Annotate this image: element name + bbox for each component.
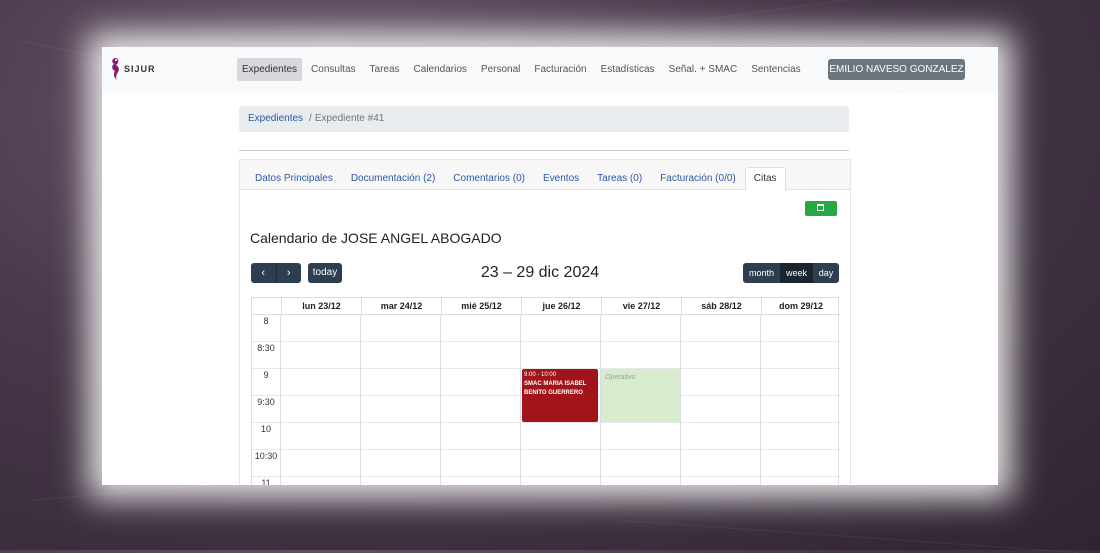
- day-header: lun 23/12: [281, 298, 361, 315]
- week-grid: lun 23/12 mar 24/12 mié 25/12 jue 26/12 …: [251, 297, 840, 485]
- nav-item-personal[interactable]: Personal: [476, 58, 525, 81]
- nav-item-facturacion[interactable]: Facturación: [529, 58, 591, 81]
- logo[interactable]: SIJUR: [109, 56, 156, 82]
- view-day-button[interactable]: day: [813, 263, 839, 283]
- caret-down-icon: [896, 88, 902, 93]
- background-texture: [619, 520, 1079, 553]
- user-name: EMILIO NAVESO GONZALEZ: [829, 64, 964, 75]
- calendar-event[interactable]: 9:00 - 10:00 SMAC MARIA ISABEL BENITO GU…: [522, 369, 598, 422]
- main-nav: Expedientes Consultas Tareas Calendarios…: [237, 58, 810, 81]
- tab-citas[interactable]: Citas: [744, 167, 786, 191]
- grid-line: [252, 422, 840, 423]
- grid-line: [760, 315, 761, 485]
- logo-text: SIJUR: [124, 64, 156, 74]
- grid-line: [520, 315, 521, 485]
- app-window: SIJUR Expedientes Consultas Tareas Calen…: [102, 47, 998, 485]
- chevron-right-icon[interactable]: ›: [275, 263, 302, 283]
- calendar-icon: [817, 204, 824, 211]
- event-title: SMAC MARIA ISABEL BENITO GUERRERO: [524, 381, 587, 396]
- grid-line: [280, 315, 281, 485]
- tab-comentarios[interactable]: Comentarios (0): [444, 167, 534, 191]
- calendar-title: Calendario de JOSE ANGEL ABOGADO: [250, 230, 502, 246]
- breadcrumb-current: Expediente #41: [314, 113, 385, 124]
- user-menu-button[interactable]: EMILIO NAVESO GONZALEZ: [828, 59, 965, 93]
- time-label: 8: [263, 316, 269, 326]
- background-event[interactable]: Operativo: [601, 369, 680, 422]
- background-texture: [699, 0, 1077, 21]
- seahorse-icon: [112, 58, 119, 80]
- event-time: 9:00 - 10:00: [524, 372, 557, 378]
- breadcrumb-separator: /: [309, 113, 312, 124]
- chevron-left-icon[interactable]: ‹: [251, 263, 276, 283]
- nav-item-consultas[interactable]: Consultas: [306, 58, 360, 81]
- grid-line: [440, 315, 441, 485]
- grid-line: [252, 449, 840, 450]
- time-label: 9:30: [257, 397, 275, 407]
- grid-line: [680, 315, 681, 485]
- day-header: mar 24/12: [361, 298, 441, 315]
- add-appointment-button[interactable]: [805, 201, 837, 216]
- tab-tareas[interactable]: Tareas (0): [588, 167, 651, 191]
- tab-documentacion[interactable]: Documentación (2): [342, 167, 444, 191]
- grid-line: [252, 314, 840, 315]
- view-week-button[interactable]: week: [780, 263, 813, 283]
- tab-datos-principales[interactable]: Datos Principales: [246, 167, 342, 191]
- day-header: sáb 28/12: [681, 298, 761, 315]
- nav-item-tareas[interactable]: Tareas: [365, 58, 405, 81]
- time-label: 10: [260, 424, 271, 434]
- nav-item-calendarios[interactable]: Calendarios: [409, 58, 472, 81]
- breadcrumb-link-expedientes[interactable]: Expedientes: [248, 113, 303, 124]
- tab-facturacion[interactable]: Facturación (0/0): [651, 167, 745, 191]
- view-month-button[interactable]: month: [743, 263, 780, 283]
- time-label: 11: [261, 478, 271, 485]
- today-button[interactable]: today: [308, 263, 342, 283]
- grid-line: [360, 315, 361, 485]
- breadcrumb: Expedientes / Expediente #41: [239, 106, 849, 132]
- day-header: jue 26/12: [521, 298, 601, 315]
- expediente-card: Datos Principales Documentación (2) Come…: [239, 159, 851, 485]
- day-header: vie 27/12: [601, 298, 681, 315]
- day-header: mié 25/12: [441, 298, 521, 315]
- view-switcher: month week day: [743, 263, 839, 283]
- nav-item-estadisticas[interactable]: Estadísticas: [596, 58, 660, 81]
- time-label: 9: [263, 370, 269, 380]
- nav-item-sentencias[interactable]: Sentencias: [746, 58, 805, 81]
- grid-line: [252, 341, 840, 342]
- tab-bar: Datos Principales Documentación (2) Come…: [240, 160, 850, 191]
- divider: [239, 150, 849, 151]
- time-label: 10:30: [254, 451, 278, 461]
- prev-next-group: ‹ ›: [251, 263, 301, 283]
- nav-item-expedientes[interactable]: Expedientes: [237, 58, 303, 81]
- date-range-title: 23 – 29 dic 2024: [480, 264, 600, 281]
- tab-eventos[interactable]: Eventos: [534, 167, 588, 191]
- day-header: dom 29/12: [761, 298, 840, 315]
- time-label: 8:30: [257, 343, 275, 353]
- nav-item-senal-smac[interactable]: Señal. + SMAC: [664, 58, 743, 81]
- navbar: SIJUR Expedientes Consultas Tareas Calen…: [102, 47, 998, 93]
- grid-line: [252, 476, 840, 477]
